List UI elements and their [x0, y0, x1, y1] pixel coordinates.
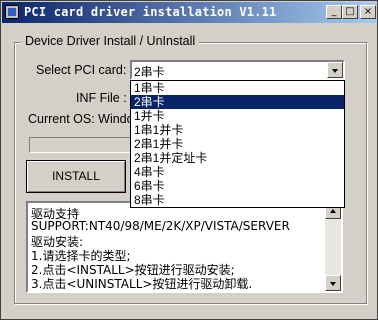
group-title: Device Driver Install / UnInstall [21, 34, 200, 48]
app-icon [5, 5, 19, 19]
install-button[interactable]: INSTALL [26, 160, 126, 193]
dropdown-option[interactable]: 4串卡 [131, 165, 344, 179]
maximize-button[interactable]: □ [342, 5, 358, 19]
info-line: 3.点击<UNINSTALL>按钮进行驱动卸载. [31, 277, 253, 291]
dropdown-option[interactable]: 8串卡 [131, 193, 344, 207]
chevron-down-icon[interactable] [327, 62, 343, 78]
close-button[interactable]: × [360, 5, 376, 19]
title-bar[interactable]: PCI card driver installation V1.11 _ □ × [2, 2, 376, 23]
dropdown-option[interactable]: 2串1并定址卡 [131, 151, 344, 165]
minimize-button[interactable]: _ [326, 5, 342, 19]
info-textbox[interactable]: 驱动支持 SUPPORT:NT40/98/ME/2K/XP/VISTA/SERV… [26, 201, 343, 293]
dropdown-option-selected[interactable]: 2串卡 [131, 95, 344, 109]
dropdown-option[interactable]: 1串卡 [131, 81, 344, 95]
current-os-label: Current OS: Windo [28, 112, 134, 126]
pci-card-combobox[interactable]: 2串卡 [130, 60, 345, 80]
dropdown-option[interactable]: 1串1并卡 [131, 123, 344, 137]
info-scrollbar[interactable] [325, 203, 341, 291]
dropdown-option[interactable]: 1并卡 [131, 109, 344, 123]
select-card-label: Select PCI card: [36, 63, 127, 77]
info-line: SUPPORT:NT40/98/ME/2K/XP/VISTA/SERVER [31, 219, 290, 233]
dropdown-option[interactable]: 6串卡 [131, 179, 344, 193]
window-title: PCI card driver installation V1.11 [24, 5, 277, 19]
combobox-value: 2串卡 [134, 65, 165, 79]
scroll-down-icon[interactable] [325, 275, 341, 291]
inf-file-label: INF File : [76, 91, 127, 105]
pci-card-dropdown-list[interactable]: 1串卡 2串卡 1并卡 1串1并卡 2串1并卡 2串1并定址卡 4串卡 6串卡 … [130, 80, 345, 208]
installer-window: PCI card driver installation V1.11 _ □ ×… [0, 0, 378, 320]
dropdown-option[interactable]: 2串1并卡 [131, 137, 344, 151]
